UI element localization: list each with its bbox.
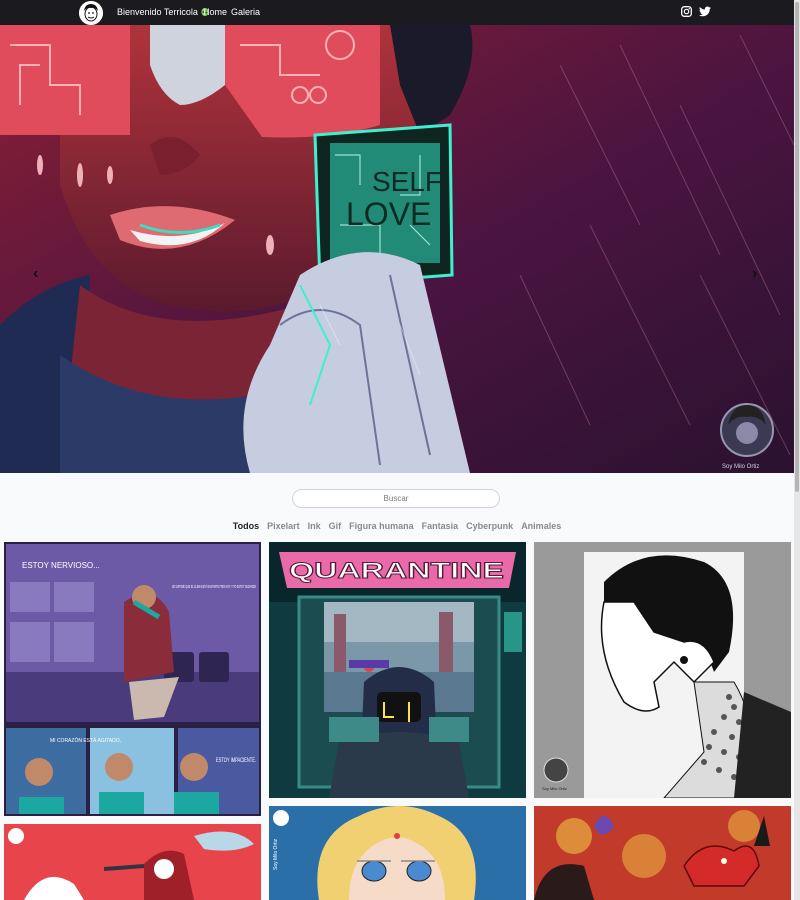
scrollbar[interactable] bbox=[794, 0, 800, 900]
gallery-item-dragon[interactable] bbox=[534, 806, 791, 900]
gallery-item-quarantine[interactable]: QUARANTINE bbox=[269, 542, 526, 798]
anime-signature: Soy Milo Ortiz bbox=[273, 838, 279, 870]
gallery-item-comic[interactable]: ESTOY NERVIOSO... SE SUPONE QUE EL CLIMA… bbox=[4, 542, 261, 816]
hero-sign-love: LOVE bbox=[346, 196, 431, 232]
brand-logo[interactable] bbox=[79, 1, 103, 25]
navbar: Bienvenido Terricola Home Galeria bbox=[0, 0, 794, 25]
hero-illustration: SELF LOVE Soy Milo Ortiz bbox=[0, 25, 794, 473]
carousel-next-button[interactable]: › bbox=[752, 265, 757, 283]
gallery-item-red-mask[interactable] bbox=[4, 824, 261, 900]
filter-fantasia[interactable]: Fantasia bbox=[422, 521, 459, 531]
filter-pixelart[interactable]: Pixelart bbox=[267, 521, 300, 531]
nav-link-home[interactable]: Home bbox=[203, 7, 227, 17]
comic-bubble-3: MI CORAZÓN ESTÁ AGITADO, bbox=[50, 737, 121, 744]
portrait-signature: Soy Milo Ortiz bbox=[542, 786, 567, 791]
filter-figura-humana[interactable]: Figura humana bbox=[349, 521, 414, 531]
carousel-prev-button[interactable]: ‹ bbox=[33, 265, 38, 283]
hero-sign-self: SELF bbox=[372, 166, 442, 197]
filter-cyberpunk[interactable]: Cyberpunk bbox=[466, 521, 513, 531]
quarantine-artwork: QUARANTINE bbox=[269, 542, 526, 798]
filter-ink[interactable]: Ink bbox=[308, 521, 321, 531]
nav-link-galeria[interactable]: Galeria bbox=[231, 7, 260, 17]
twitter-icon[interactable] bbox=[699, 6, 711, 17]
comic-bubble-2: SE SUPONE QUE EL CLIMA ESTÁ BASTANTE FRI… bbox=[172, 583, 256, 589]
instagram-icon[interactable] bbox=[681, 6, 692, 17]
dragon-artwork bbox=[534, 806, 791, 900]
hero-carousel: SELF LOVE Soy Milo Ortiz ‹ › bbox=[0, 25, 794, 473]
brand-text[interactable]: Bienvenido Terricola bbox=[117, 7, 209, 17]
gallery-item-anime[interactable]: Soy Milo Ortiz bbox=[269, 806, 526, 900]
search-input[interactable] bbox=[292, 489, 500, 508]
portrait-artwork: Soy Milo Ortiz bbox=[534, 542, 791, 798]
comic-bubble-1: ESTOY NERVIOSO... bbox=[22, 561, 100, 570]
filter-gif[interactable]: Gif bbox=[329, 521, 342, 531]
anime-artwork: Soy Milo Ortiz bbox=[269, 806, 526, 900]
hero-signature: Soy Milo Ortiz bbox=[722, 464, 759, 470]
brand-label: Bienvenido Terricola bbox=[117, 7, 198, 17]
comic-bubble-4: ESTOY IMPACIENTE. bbox=[216, 758, 256, 764]
category-filters: Todos Pixelart Ink Gif Figura humana Fan… bbox=[0, 521, 794, 531]
comic-artwork: ESTOY NERVIOSO... SE SUPONE QUE EL CLIMA… bbox=[4, 542, 261, 816]
filter-animales[interactable]: Animales bbox=[521, 521, 561, 531]
gallery-item-portrait[interactable]: Soy Milo Ortiz bbox=[534, 542, 791, 798]
filter-todos[interactable]: Todos bbox=[233, 521, 259, 531]
arcade-marquee-text: QUARANTINE bbox=[289, 558, 504, 583]
scrollbar-thumb[interactable] bbox=[795, 2, 799, 492]
red-mask-artwork bbox=[4, 824, 261, 900]
